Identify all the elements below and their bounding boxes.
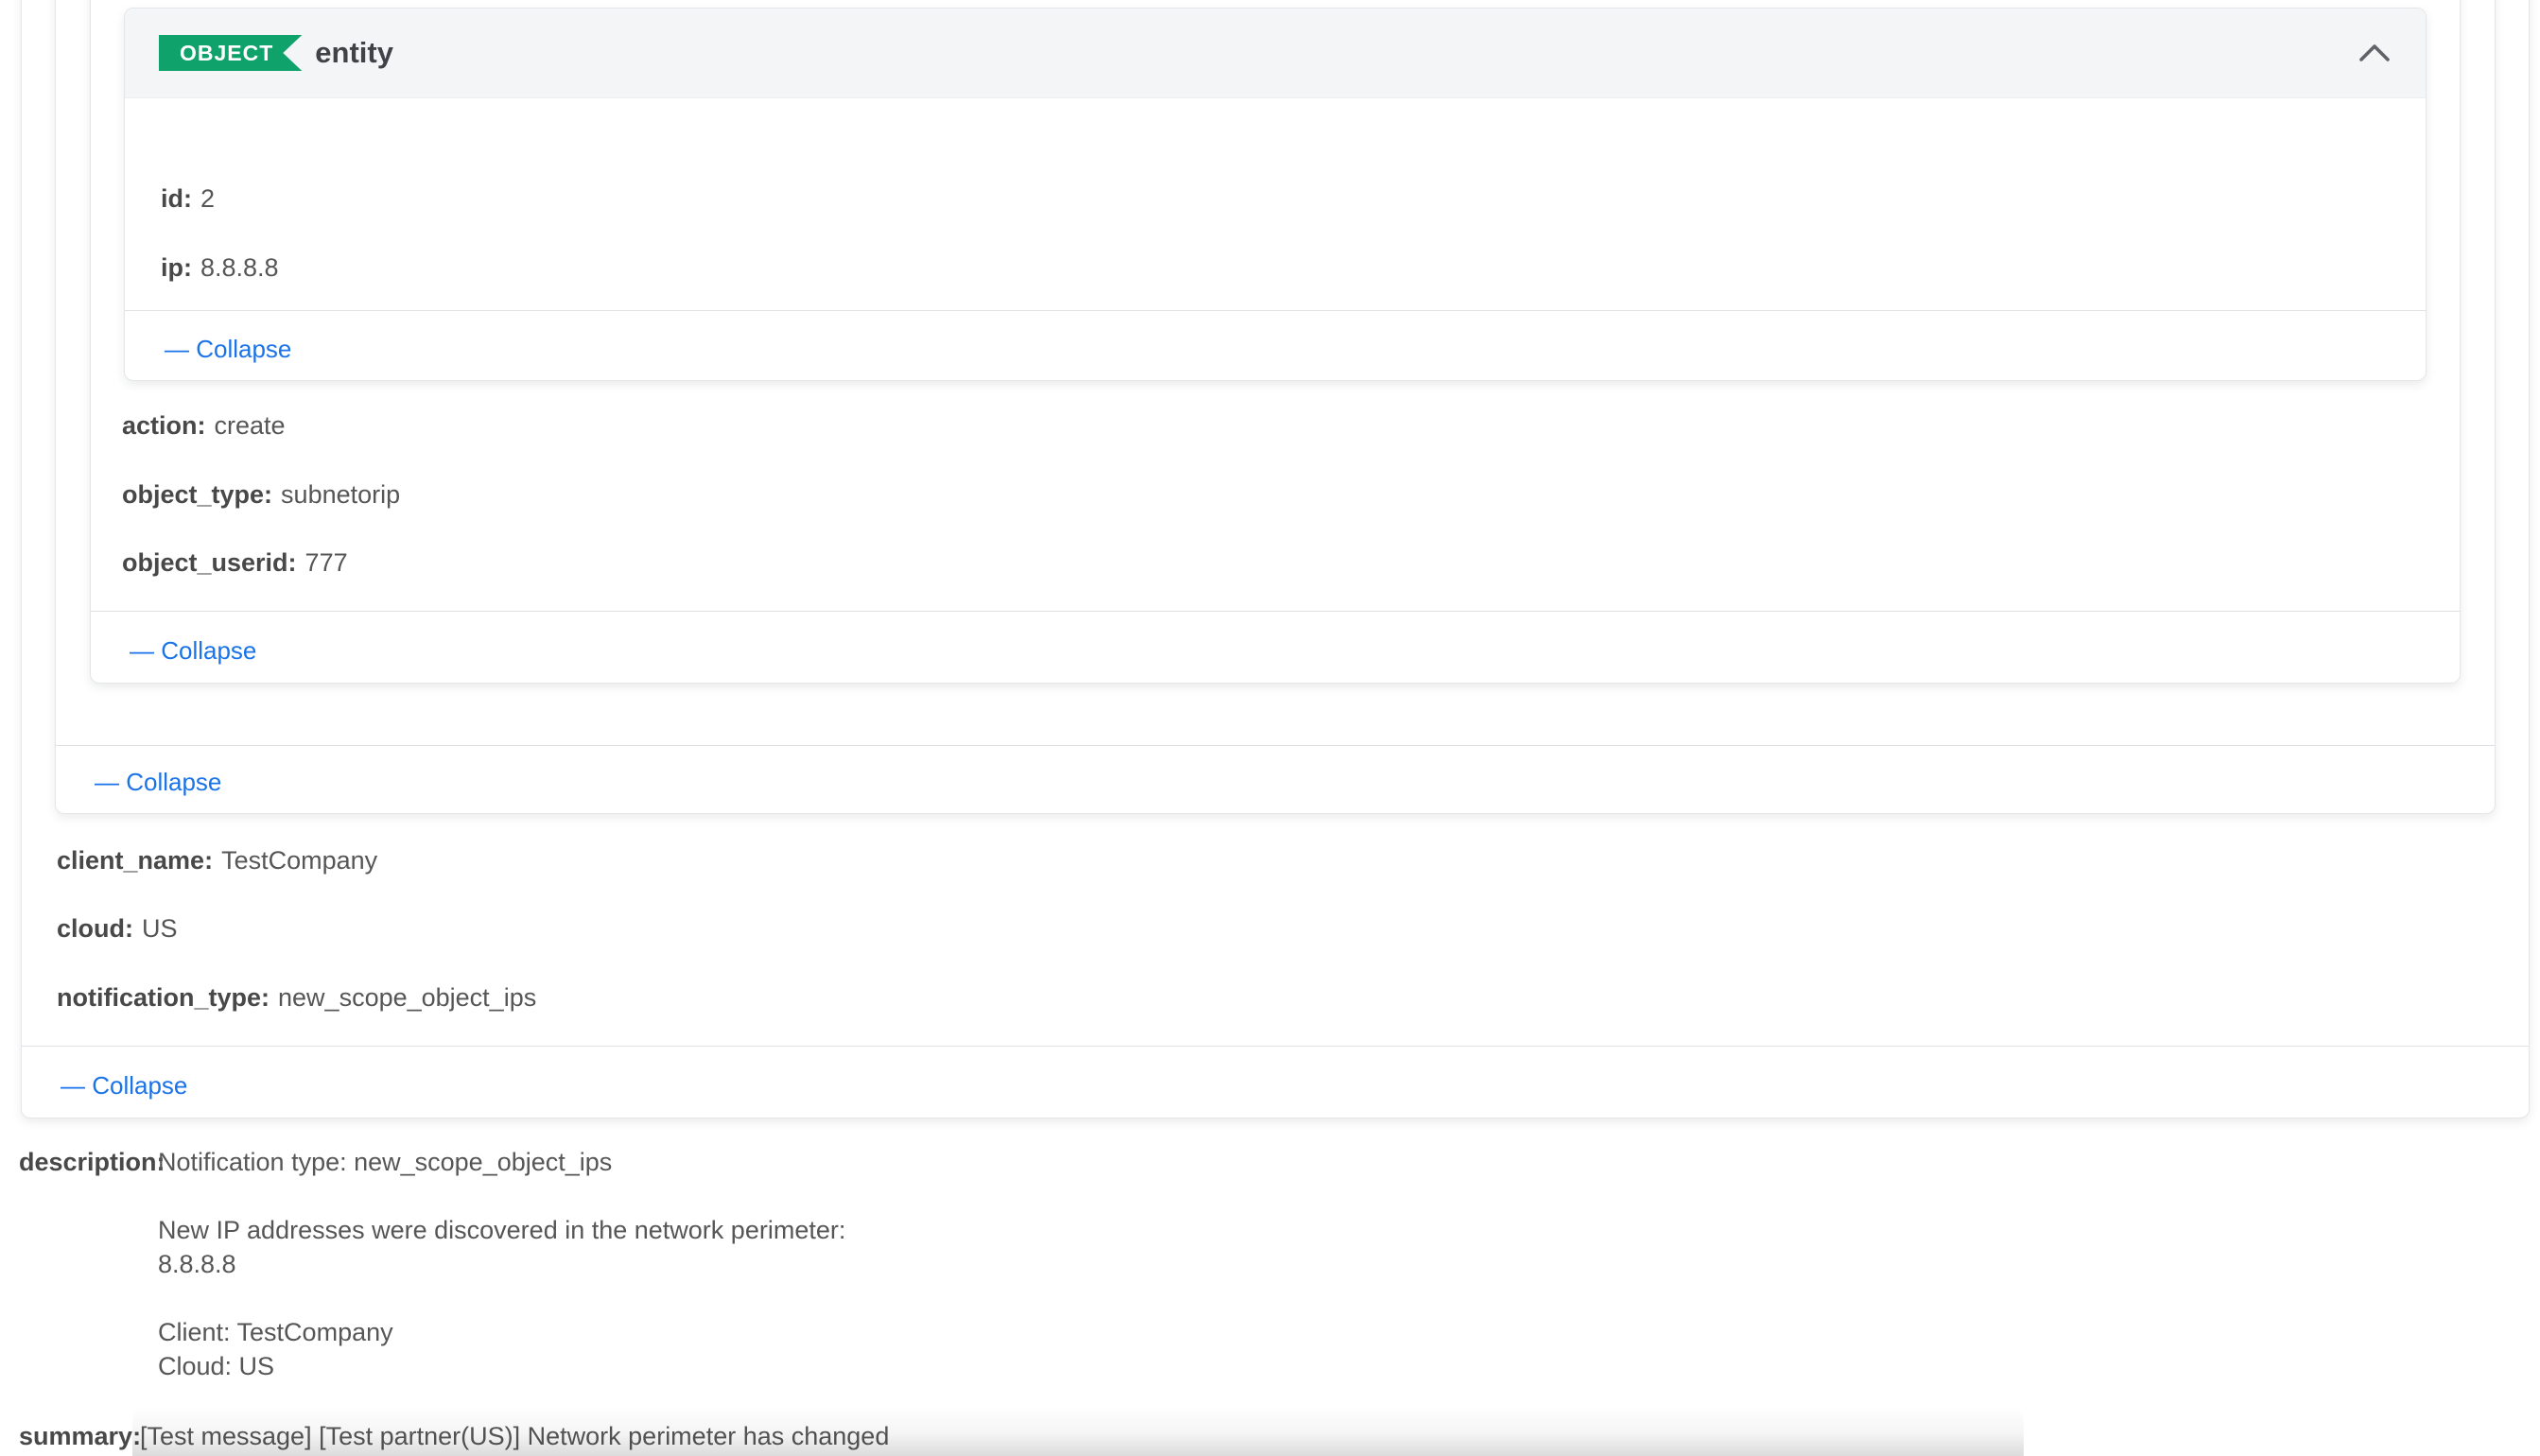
entity-title: entity xyxy=(315,36,393,70)
footer-divider xyxy=(22,1046,2529,1047)
notification-detail-view: client_name: TestCompany cloud: US notific… xyxy=(0,0,2540,1456)
object-type-badge: OBJECT xyxy=(159,35,302,71)
footer-divider xyxy=(125,310,2426,311)
field-label: object_userid: xyxy=(122,548,297,577)
field-label: object_type: xyxy=(122,480,272,509)
field-label: cloud: xyxy=(57,914,133,943)
collapse-entity-panel-link[interactable]: — Collapse xyxy=(165,332,291,366)
field-client-name: client_name: TestCompany xyxy=(57,843,377,877)
collapse-wrapper-panel-link[interactable]: — Collapse xyxy=(95,765,221,799)
collapse-object-panel-link[interactable]: — Collapse xyxy=(130,633,256,667)
field-cloud: cloud: US xyxy=(57,911,178,945)
field-value: 8.8.8.8 xyxy=(200,253,279,282)
field-label: ip: xyxy=(161,253,192,282)
field-value: TestCompany xyxy=(221,846,377,875)
field-object-userid: object_userid: 777 xyxy=(122,546,348,580)
field-value: 2 xyxy=(200,184,215,213)
field-object-type: object_type: subnetorip xyxy=(122,477,400,511)
summary-label: summary: xyxy=(19,1419,141,1453)
collapse-entity-button[interactable] xyxy=(2354,34,2395,72)
footer-divider xyxy=(91,611,2460,612)
field-value: 777 xyxy=(305,548,348,577)
field-action: action: create xyxy=(122,408,286,442)
description-value: Notification type: new_scope_object_ips … xyxy=(158,1145,845,1383)
field-id: id: 2 xyxy=(161,182,215,216)
field-value: new_scope_object_ips xyxy=(278,983,536,1012)
footer-divider xyxy=(56,745,2495,746)
field-value: subnetorip xyxy=(281,480,400,509)
field-notification-type: notification_type: new_scope_object_ips xyxy=(57,980,536,1014)
description-label: description: xyxy=(19,1145,165,1179)
entity-card: OBJECT entity id: 2 ip: 8.8.8.8 — Collapse xyxy=(124,8,2427,381)
field-label: action: xyxy=(122,411,206,440)
field-value: create xyxy=(215,411,286,440)
field-label: notification_type: xyxy=(57,983,270,1012)
field-label: id: xyxy=(161,184,192,213)
field-ip: ip: 8.8.8.8 xyxy=(161,251,279,285)
entity-card-header: OBJECT entity xyxy=(125,9,2426,98)
next-card-shadow xyxy=(132,1405,2024,1456)
chevron-up-icon xyxy=(2356,42,2393,64)
field-value: US xyxy=(142,914,178,943)
field-label: client_name: xyxy=(57,846,213,875)
collapse-root-panel-link[interactable]: — Collapse xyxy=(61,1068,187,1102)
